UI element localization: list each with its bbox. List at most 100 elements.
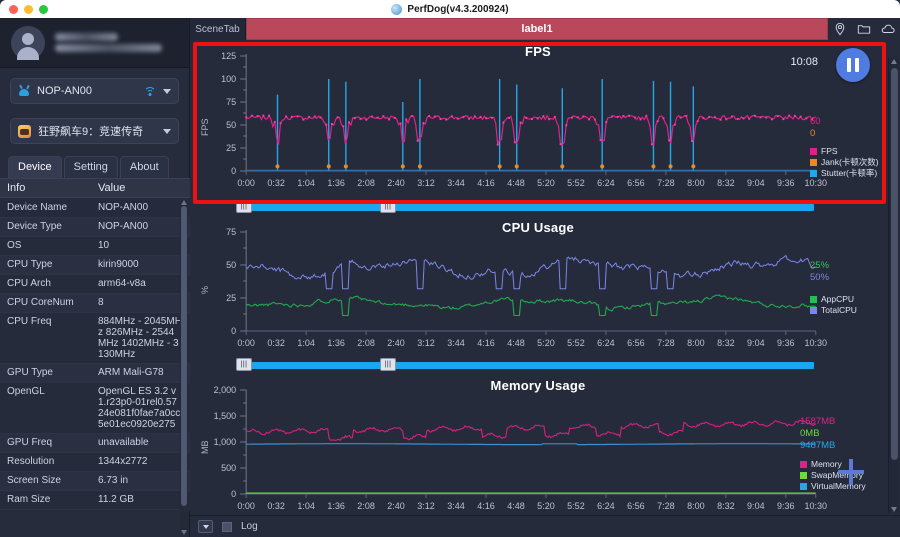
cloud-icon[interactable]: [881, 22, 895, 36]
table-row[interactable]: Device Type NOP-AN00: [0, 218, 190, 237]
table-row[interactable]: Screen Size 6.73 in: [0, 472, 190, 491]
legend-item-fps[interactable]: FPS: [810, 146, 882, 157]
svg-text:1,500: 1,500: [214, 411, 237, 421]
chevron-down-icon[interactable]: [163, 128, 171, 134]
x-tick-label: 3:12: [417, 501, 435, 511]
pause-button[interactable]: [836, 48, 870, 82]
legend-swatch-totalcpu: [810, 307, 817, 314]
row-key: Resolution: [7, 456, 55, 467]
x-tick-label: 9:04: [747, 178, 765, 188]
row-value: NOP-AN00: [98, 221, 149, 232]
x-tick-label: 5:52: [567, 501, 585, 511]
row-value: 884MHz - 2045MHz 826MHz - 2544MHz 1402MH…: [98, 316, 182, 360]
series-fps: [245, 114, 816, 146]
x-tick-label: 0:00: [237, 338, 255, 348]
table-body[interactable]: Device Name NOP-AN00 Device Type NOP-AN00 OS…: [0, 199, 190, 537]
legend-item-appcpu[interactable]: AppCPU: [810, 294, 882, 305]
x-tick-label: 5:52: [567, 338, 585, 348]
legend-item-stutter[interactable]: Stutter(卡顿率): [810, 168, 882, 179]
x-tick-label: 3:44: [447, 501, 465, 511]
jank-marker: [668, 164, 673, 169]
timeline-scrollbar-fps[interactable]: ||| |||: [190, 200, 886, 214]
table-row[interactable]: Device Name NOP-AN00: [0, 199, 190, 218]
timeline-scrollbar-cpu[interactable]: ||| |||: [190, 358, 886, 372]
log-checkbox[interactable]: [222, 521, 232, 532]
table-row[interactable]: CPU Type kirin9000: [0, 256, 190, 275]
jank-marker: [514, 164, 519, 169]
x-tick-label: 8:32: [717, 501, 735, 511]
android-icon: [18, 84, 30, 97]
window-title-group: PerfDog(v4.3.200924): [0, 3, 900, 15]
jank-marker: [560, 164, 565, 169]
timeline-track-fps[interactable]: [242, 204, 814, 211]
table-row[interactable]: CPU Arch arm64-v8a: [0, 275, 190, 294]
legend-item-jank[interactable]: Jank(卡顿次数): [810, 157, 882, 168]
table-row[interactable]: CPU CoreNum 8: [0, 294, 190, 313]
table-row[interactable]: OS 10: [0, 237, 190, 256]
tab-device[interactable]: Device: [8, 156, 62, 178]
device-selector[interactable]: NOP-AN00: [10, 78, 179, 104]
svg-text:25: 25: [226, 143, 236, 153]
timeline-grip-left-cpu[interactable]: |||: [236, 358, 252, 371]
x-tick-label: 10:30: [805, 178, 828, 188]
y-axis-label-fps: FPS: [200, 118, 210, 136]
row-value: ARM Mali-G78: [98, 367, 164, 378]
table-row[interactable]: OpenGL OpenGL ES 3.2 v1.r23p0-01rel0.5724…: [0, 383, 190, 434]
x-tick-label: 3:12: [417, 338, 435, 348]
chevron-down-icon[interactable]: [163, 88, 171, 94]
sidebar-scrollbar[interactable]: [180, 200, 188, 535]
legend-item-totalcpu[interactable]: TotalCPU: [810, 305, 882, 316]
x-tick-label: 1:04: [297, 338, 315, 348]
tab-setting[interactable]: Setting: [63, 156, 118, 178]
series-memory: [246, 419, 817, 441]
x-tick-label: 0:32: [267, 501, 285, 511]
x-tick-label: 9:36: [777, 338, 795, 348]
plot-cpu[interactable]: 75 50 25 0 0:00 0:32 1:04 1:36 2:08 2:40…: [190, 216, 886, 352]
x-tick-label: 5:20: [537, 178, 555, 188]
scrollbar-thumb[interactable]: [891, 68, 898, 460]
x-tick-label: 2:08: [357, 501, 375, 511]
scrollbar-thumb[interactable]: [181, 206, 187, 506]
svg-text:100: 100: [221, 74, 236, 84]
row-key: Screen Size: [7, 475, 61, 486]
scroll-up-arrow-icon[interactable]: [891, 59, 897, 64]
legend-swatch-stutter: [810, 170, 817, 177]
appcpu-current-value: 25%: [810, 260, 830, 271]
table-row[interactable]: GPU Freq unavailable: [0, 434, 190, 453]
x-tick-label: 8:00: [687, 178, 705, 188]
sidebar-tabs: Device Setting About: [0, 148, 189, 178]
scroll-down-arrow-icon[interactable]: [891, 507, 897, 512]
scene-tab-button[interactable]: SceneTab: [190, 18, 246, 40]
plot-memory[interactable]: 2,000 1,500 1,000 500 0 0:00 0:32 1:04 1…: [190, 374, 886, 511]
timeline-grip-left-fps[interactable]: |||: [236, 200, 252, 213]
log-expand-button[interactable]: [198, 520, 213, 533]
table-row[interactable]: GPU Type ARM Mali-G78: [0, 364, 190, 383]
location-pin-icon[interactable]: [833, 22, 847, 36]
table-row[interactable]: Ram Size 11.2 GB: [0, 491, 190, 510]
folder-icon[interactable]: [857, 22, 871, 36]
add-chart-button[interactable]: [838, 459, 864, 485]
avatar[interactable]: [11, 25, 45, 60]
app-selector-wrap: 狂野飙车9：竞速传奇: [0, 108, 189, 148]
active-label-tab[interactable]: label1: [246, 18, 828, 40]
timeline-track-cpu[interactable]: [242, 362, 814, 369]
x-tick-label: 6:24: [597, 338, 615, 348]
row-value: OpenGL ES 3.2 v1.r23p0-01rel0.5724e081f0…: [98, 386, 181, 430]
timeline-grip-right-fps[interactable]: |||: [380, 200, 396, 213]
tab-about[interactable]: About: [119, 156, 169, 178]
table-row[interactable]: Resolution 1344x2772: [0, 453, 190, 472]
scroll-up-arrow-icon[interactable]: [181, 200, 187, 205]
table-row[interactable]: CPU Freq 884MHz - 2045MHz 826MHz - 2544MH…: [0, 313, 190, 364]
plot-fps[interactable]: 125 100 75 50 25 0 0:00 0:32 1:04 1:36 2…: [190, 40, 886, 194]
row-key: Ram Size: [7, 494, 51, 505]
timeline-grip-right-cpu[interactable]: |||: [380, 358, 396, 371]
main-vertical-scrollbar[interactable]: [888, 58, 899, 513]
scroll-down-arrow-icon[interactable]: [181, 530, 187, 535]
svg-text:500: 500: [221, 463, 236, 473]
jank-marker: [275, 164, 280, 169]
chart-memory: Memory Usage 2,000 1,500 1,000 500 0 0:0…: [190, 374, 886, 533]
app-selector[interactable]: 狂野飙车9：竞速传奇: [10, 118, 179, 144]
row-key: CPU Type: [7, 259, 53, 270]
svg-text:50: 50: [226, 120, 236, 130]
wifi-icon: [143, 86, 156, 97]
